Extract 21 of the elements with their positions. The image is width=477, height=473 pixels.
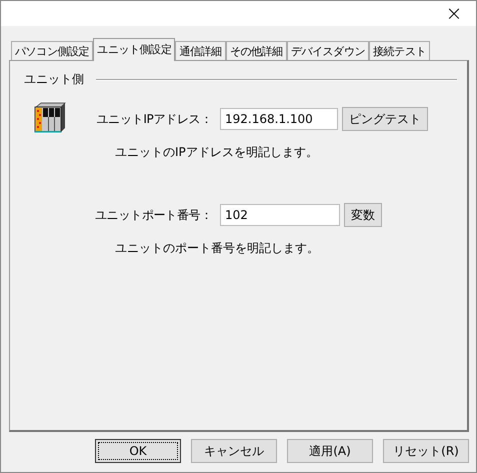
close-button[interactable]: × xyxy=(432,1,476,26)
tab[interactable]: パソコン側設定 xyxy=(11,41,94,60)
dialog-button[interactable]: キャンセル xyxy=(191,439,277,463)
hint-text: ユニットのポート番号を明記します。 xyxy=(115,240,320,257)
dialog-button[interactable]: OK xyxy=(95,439,181,463)
tab[interactable]: 接続テスト xyxy=(369,41,430,60)
field-label: ユニットIPアドレス： xyxy=(96,111,212,127)
side-button[interactable]: ピングテスト xyxy=(342,107,428,131)
tab[interactable]: デバイスダウン xyxy=(286,41,370,60)
tab[interactable]: 通信詳細 xyxy=(175,41,226,60)
field-label: ユニットポート番号： xyxy=(94,207,212,223)
input-field[interactable]: 102 xyxy=(220,204,340,226)
input-field[interactable]: 192.168.1.100 xyxy=(220,108,338,130)
hint-text: ユニットのIPアドレスを明記します。 xyxy=(115,144,319,161)
group-title: ユニット側 xyxy=(24,71,84,88)
side-button[interactable]: 変数 xyxy=(344,203,382,227)
rack-icon xyxy=(34,102,66,133)
tab[interactable]: その他詳細 xyxy=(226,41,287,60)
dialog-button[interactable]: 適用(A) xyxy=(287,439,373,463)
dialog-button[interactable]: リセット(R) xyxy=(383,439,469,463)
tab[interactable]: ユニット側設定 xyxy=(93,38,176,61)
